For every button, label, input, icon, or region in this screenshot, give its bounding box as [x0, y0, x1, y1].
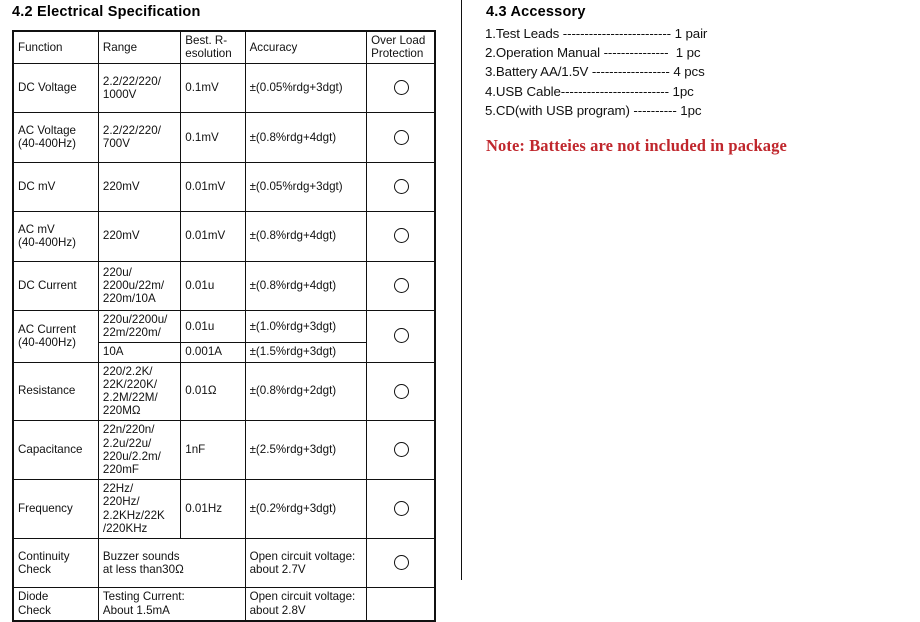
- battery-note: Note: Batteies are not included in packa…: [486, 136, 787, 155]
- circle-icon: [393, 555, 409, 571]
- table-row: Capacitance 22n/220n/ 2.2u/22u/ 220u/2.2…: [12, 420, 436, 481]
- table-row: AC Voltage (40-400Hz) 2.2/22/220/ 700V 0…: [12, 112, 436, 163]
- table-row: DC Current 220u/ 2200u/22m/ 220m/10A 0.0…: [12, 260, 436, 312]
- circle-icon: [393, 501, 409, 517]
- accessory-panel: 4.3 Accessory 1.Test Leads -------------…: [462, 0, 920, 580]
- table-row: DC Voltage 2.2/22/220/ 1000V 0.1mV ±(0.0…: [12, 62, 436, 114]
- table-row: AC mV (40-400Hz) 220mV 0.01mV ±(0.8%rdg+…: [12, 211, 436, 262]
- column-header-accuracy: Accuracy: [244, 30, 368, 64]
- cell-function: Frequency: [12, 479, 99, 540]
- list-item: 4.USB Cable------------------------- 1pc: [485, 83, 694, 99]
- cell-range-secondary: 10A: [97, 342, 182, 363]
- cell-resolution: 0.01u: [180, 260, 246, 312]
- cell-overload-protection: [366, 479, 436, 540]
- cell-function: DC mV: [12, 161, 99, 213]
- list-item: 5.CD(with USB program) ---------- 1pc: [485, 102, 702, 118]
- circle-icon: [393, 442, 409, 458]
- table-row: Frequency 22Hz/ 220Hz/ 2.2KHz/22K /220KH…: [12, 479, 436, 540]
- cell-resolution: 0.01mV: [180, 211, 246, 262]
- table-row: DC mV 220mV 0.01mV ±(0.05%rdg+3dgt): [12, 161, 436, 213]
- cell-resolution: 0.1mV: [180, 62, 246, 114]
- cell-function: Diode Check: [12, 587, 99, 622]
- cell-accuracy: ±(1.0%rdg+3dgt): [244, 310, 368, 344]
- circle-icon: [393, 383, 409, 399]
- cell-function: Capacitance: [12, 420, 99, 481]
- cell-resolution: 0.01u: [180, 310, 246, 344]
- cell-overload-protection: [366, 62, 436, 114]
- cell-function: AC mV (40-400Hz): [12, 211, 99, 262]
- cell-accuracy: ±(0.2%rdg+3dgt): [244, 479, 368, 540]
- cell-overload-protection: [366, 361, 436, 422]
- cell-accuracy: ±(0.8%rdg+4dgt): [244, 260, 368, 312]
- spec-sheet-page: 4.2 Electrical Specification Function Ra…: [0, 0, 920, 622]
- table-header-row: Function Range Best. R- esolution Accura…: [12, 30, 436, 64]
- accessory-list: 1.Test Leads ------------------------- 1…: [485, 24, 915, 120]
- cell-function: AC Voltage (40-400Hz): [12, 112, 99, 163]
- cell-resolution: 0.01Ω: [180, 361, 246, 422]
- cell-resolution-secondary: 0.001A: [180, 342, 246, 363]
- table-header: Function Range Best. R- esolution Accura…: [12, 30, 436, 64]
- electrical-specification-panel: 4.2 Electrical Specification Function Ra…: [0, 0, 461, 622]
- cell-accuracy: ±(0.8%rdg+2dgt): [244, 361, 368, 422]
- cell-range: 220mV: [97, 211, 182, 262]
- cell-resolution: 0.1mV: [180, 112, 246, 163]
- cell-range: 220mV: [97, 161, 182, 213]
- table-row: Continuity Check Buzzer sounds at less t…: [12, 538, 436, 589]
- column-header-resolution: Best. R- esolution: [180, 30, 246, 64]
- cell-overload-protection: [366, 420, 436, 481]
- cell-overload-protection: [366, 538, 436, 589]
- cell-accuracy: ±(0.8%rdg+4dgt): [244, 211, 368, 262]
- cell-accuracy: ±(0.05%rdg+3dgt): [244, 62, 368, 114]
- cell-range: 220u/2200u/ 22m/220m/: [97, 310, 182, 344]
- table-row: AC Current (40-400Hz) 220u/2200u/ 22m/22…: [12, 310, 436, 363]
- cell-range: 220u/ 2200u/22m/ 220m/10A: [97, 260, 182, 312]
- cell-function: Continuity Check: [12, 538, 99, 589]
- cell-accuracy-secondary: ±(1.5%rdg+3dgt): [244, 342, 368, 363]
- electrical-specification-table: Function Range Best. R- esolution Accura…: [12, 30, 436, 622]
- cell-resolution: 0.01Hz: [180, 479, 246, 540]
- list-item: 3.Battery AA/1.5V ------------------ 4 p…: [485, 64, 705, 80]
- page-title-accessory: 4.3 Accessory: [486, 4, 586, 20]
- cell-resolution: 1nF: [180, 420, 246, 481]
- cell-resolution: 0.01mV: [180, 161, 246, 213]
- cell-range: 2.2/22/220/ 700V: [97, 112, 182, 163]
- circle-icon: [393, 228, 409, 244]
- cell-range: 2.2/22/220/ 1000V: [97, 62, 182, 114]
- cell-overload-protection-empty: [366, 587, 436, 622]
- cell-range: 220/2.2K/ 22K/220K/ 2.2M/22M/ 220MΩ: [97, 361, 182, 422]
- cell-function: AC Current (40-400Hz): [12, 310, 99, 363]
- list-item: 1.Test Leads ------------------------- 1…: [485, 26, 708, 41]
- circle-icon: [393, 328, 409, 344]
- cell-accuracy: Open circuit voltage: about 2.7V: [244, 538, 368, 589]
- cell-accuracy: ±(2.5%rdg+3dgt): [244, 420, 368, 481]
- column-header-overload-protection: Over Load Protection: [366, 30, 436, 64]
- table-body: DC Voltage 2.2/22/220/ 1000V 0.1mV ±(0.0…: [12, 62, 436, 622]
- cell-range: 22Hz/ 220Hz/ 2.2KHz/22K /220KHz: [97, 479, 182, 540]
- cell-overload-protection: [366, 310, 436, 363]
- circle-icon: [393, 80, 409, 96]
- cell-function: DC Voltage: [12, 62, 99, 114]
- circle-icon: [393, 129, 409, 145]
- cell-condition: Testing Current: About 1.5mA: [97, 587, 246, 622]
- cell-function: DC Current: [12, 260, 99, 312]
- column-header-range: Range: [97, 30, 182, 64]
- column-header-function: Function: [12, 30, 99, 64]
- cell-accuracy: ±(0.05%rdg+3dgt): [244, 161, 368, 213]
- circle-icon: [393, 179, 409, 195]
- cell-overload-protection: [366, 161, 436, 213]
- cell-overload-protection: [366, 260, 436, 312]
- cell-accuracy: ±(0.8%rdg+4dgt): [244, 112, 368, 163]
- cell-range: 22n/220n/ 2.2u/22u/ 220u/2.2m/ 220mF: [97, 420, 182, 481]
- page-title-electrical-specification: 4.2 Electrical Specification: [12, 4, 201, 20]
- cell-function: Resistance: [12, 361, 99, 422]
- cell-overload-protection: [366, 112, 436, 163]
- cell-accuracy: Open circuit voltage: about 2.8V: [244, 587, 368, 622]
- list-item: 2.Operation Manual --------------- 1 pc: [485, 45, 701, 61]
- table-row: Resistance 220/2.2K/ 22K/220K/ 2.2M/22M/…: [12, 361, 436, 422]
- cell-condition: Buzzer sounds at less than30Ω: [97, 538, 246, 589]
- table-row: Diode Check Testing Current: About 1.5mA…: [12, 587, 436, 622]
- circle-icon: [393, 277, 409, 293]
- cell-overload-protection: [366, 211, 436, 262]
